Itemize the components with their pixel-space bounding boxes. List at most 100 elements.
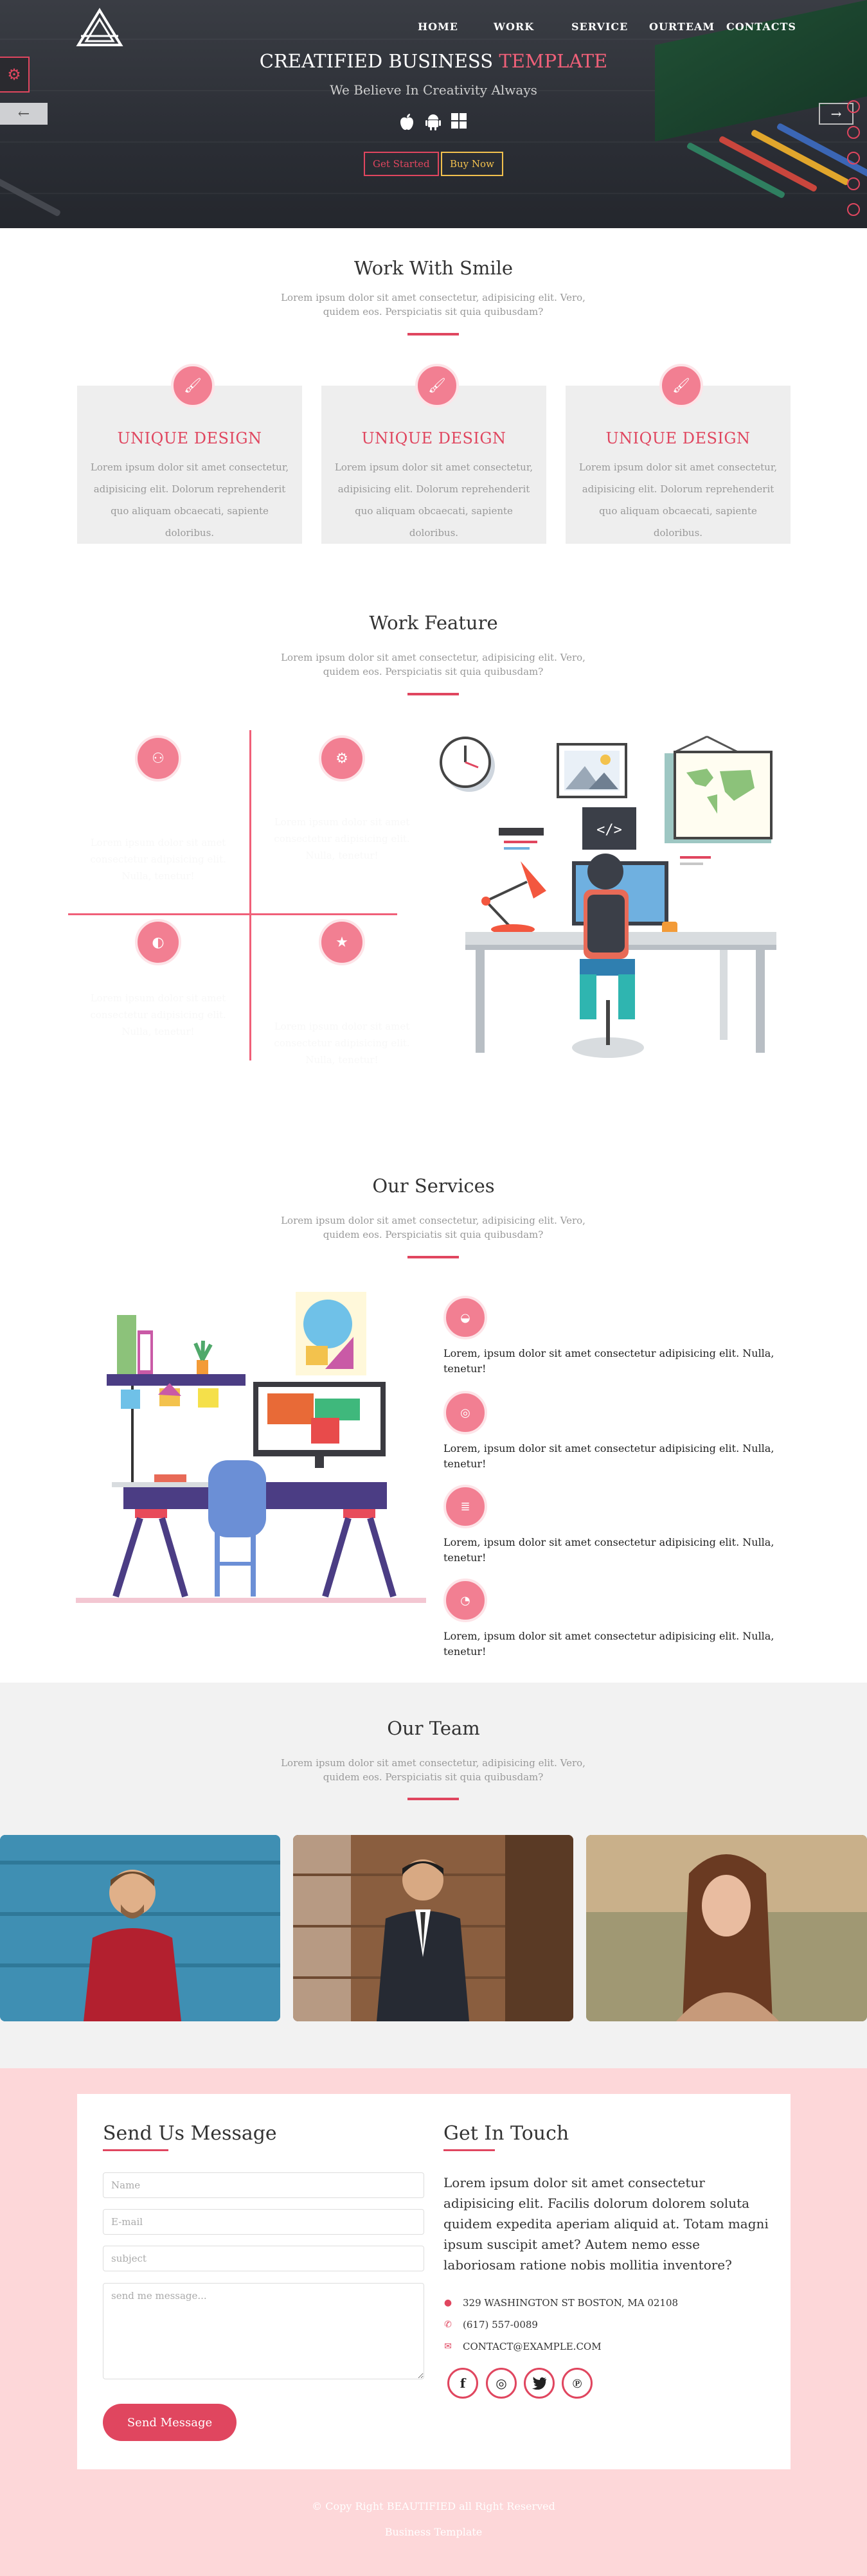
feature-card: UNIQUE DESIGN Lorem ipsum dolor sit amet… — [566, 386, 791, 544]
slider-dot[interactable] — [847, 100, 860, 113]
brush-icon: 🖌 — [171, 364, 215, 407]
team-photo[interactable] — [0, 1835, 280, 2021]
brand-logo[interactable] — [76, 8, 123, 48]
nav-ourteam[interactable]: OURTEAM — [649, 21, 715, 33]
svg-text:</>: </> — [596, 822, 622, 838]
nav-work[interactable]: WORK — [494, 21, 534, 33]
touch-text: Lorem ipsum dolor sit amet consectetur a… — [443, 2175, 769, 2273]
arrow-left-icon: ← — [17, 105, 30, 122]
platform-icons — [398, 113, 467, 131]
apple-icon — [400, 114, 413, 130]
twitter-bird-icon — [532, 2377, 546, 2390]
settings-tab[interactable]: ⚙ — [0, 57, 30, 93]
hero-title-main: CREATIFIED BUSINESS — [259, 50, 494, 72]
card-title: UNIQUE DESIGN — [117, 429, 262, 447]
feature-subtitle: Lorem ipsum dolor sit amet consectetur, … — [281, 652, 585, 677]
feature-text: Lorem ipsum dolor sit amet consectetur a… — [90, 837, 226, 882]
subject-field[interactable] — [103, 2246, 424, 2271]
hero-title-accent: TEMPLATE — [499, 50, 608, 72]
slider-dot[interactable] — [847, 126, 860, 139]
section-underline — [407, 1256, 459, 1258]
contrast-icon: ◐ — [135, 919, 181, 965]
feature-text: Lorem ipsum dolor sit amet consectetur a… — [274, 1021, 410, 1066]
contact-phone: ✆ (617) 557-0089 — [443, 2319, 538, 2330]
star-icon: ★ — [319, 919, 365, 965]
service-text: Lorem, ipsum dolor sit amet consectetur … — [443, 1442, 774, 1470]
feature-text: Lorem ipsum dolor sit amet consectetur a… — [274, 816, 410, 861]
pinterest-icon[interactable]: ℗ — [562, 2368, 593, 2399]
arrow-right-icon: → — [830, 106, 842, 121]
services-title: Our Services — [372, 1175, 495, 1197]
share-icon: ⚇ — [135, 735, 181, 782]
email-field[interactable] — [103, 2209, 424, 2235]
message-field[interactable] — [103, 2283, 424, 2379]
section-underline — [407, 693, 459, 695]
team-subtitle: Lorem ipsum dolor sit amet consectetur, … — [281, 1757, 585, 1783]
card-text: Lorem ipsum dolor sit amet consectetur, … — [334, 461, 533, 539]
section-underline — [407, 1798, 459, 1800]
feature-divider-vertical — [249, 730, 251, 1060]
team-photo[interactable] — [586, 1835, 867, 2021]
card-text: Lorem ipsum dolor sit amet consectetur, … — [90, 461, 289, 539]
smile-title: Work With Smile — [353, 257, 514, 279]
feature-text: Lorem ipsum dolor sit amet consectetur a… — [90, 992, 226, 1037]
form-title: Send Us Message — [103, 2122, 277, 2145]
get-started-button[interactable]: Get Started — [364, 152, 439, 176]
team-title: Our Team — [387, 1717, 480, 1739]
feature-card: UNIQUE DESIGN Lorem ipsum dolor sit amet… — [321, 386, 546, 544]
pie-chart-icon: ◔ — [443, 1579, 487, 1622]
service-text: Lorem, ipsum dolor sit amet consectetur … — [443, 1347, 774, 1375]
android-icon — [425, 114, 441, 130]
brush-icon: 🖌 — [415, 364, 459, 407]
slider-prev-button[interactable]: ← — [0, 103, 48, 125]
twitter-icon[interactable] — [524, 2368, 555, 2399]
hero-title: CREATIFIED BUSINESS TEMPLATE — [0, 50, 867, 72]
dashboard-icon: ◒ — [443, 1296, 487, 1339]
footer-tagline: Business Template — [384, 2526, 483, 2538]
brush-icon: 🖌 — [659, 364, 703, 407]
layers-icon: ≣ — [443, 1485, 487, 1528]
facebook-icon[interactable]: f — [447, 2368, 478, 2399]
instagram-icon[interactable]: ◎ — [486, 2368, 517, 2399]
map-marker-icon: ● — [443, 2298, 452, 2308]
compass-icon: ◎ — [443, 1391, 487, 1435]
feature-title: Work Feature — [369, 612, 498, 634]
title-underline — [103, 2149, 168, 2151]
smile-subtitle: Lorem ipsum dolor sit amet consectetur, … — [281, 292, 585, 318]
envelope-icon: ✉ — [444, 2341, 452, 2352]
developer-desk-illustration: </> — [440, 735, 776, 1058]
buy-now-button[interactable]: Buy Now — [441, 152, 503, 176]
name-field[interactable] — [103, 2172, 424, 2198]
service-text: Lorem, ipsum dolor sit amet consectetur … — [443, 1630, 774, 1658]
wood-texture — [0, 193, 867, 194]
touch-title: Get In Touch — [443, 2122, 569, 2145]
services-subtitle: Lorem ipsum dolor sit amet consectetur, … — [281, 1215, 585, 1240]
section-underline — [407, 333, 459, 335]
team-member-image — [0, 1835, 280, 2021]
send-message-button[interactable]: Send Message — [103, 2404, 237, 2441]
windows-icon — [451, 113, 467, 129]
slider-dot[interactable] — [847, 203, 860, 216]
slider-dot[interactable] — [847, 177, 860, 190]
feature-divider-horizontal — [68, 913, 397, 915]
team-member-image — [293, 1835, 573, 2021]
feature-card: UNIQUE DESIGN Lorem ipsum dolor sit amet… — [77, 386, 302, 544]
hero-subtitle: We Believe In Creativity Always — [330, 82, 537, 98]
slider-dot[interactable] — [847, 152, 860, 165]
slider-dots — [847, 100, 860, 216]
workspace-illustration — [76, 1292, 426, 1603]
team-member-image — [586, 1835, 867, 2021]
nav-contacts[interactable]: CONTACTS — [726, 21, 796, 33]
contact-address: ● 329 WASHINGTON ST BOSTON, MA 02108 — [443, 2297, 678, 2309]
clip-decoration — [0, 175, 62, 217]
nav-service[interactable]: SERVICE — [571, 21, 628, 33]
address-text: 329 WASHINGTON ST BOSTON, MA 02108 — [463, 2297, 679, 2309]
service-text: Lorem, ipsum dolor sit amet consectetur … — [443, 1536, 774, 1564]
card-title: UNIQUE DESIGN — [605, 429, 751, 447]
phone-text: (617) 557-0089 — [463, 2319, 538, 2330]
card-title: UNIQUE DESIGN — [361, 429, 506, 447]
nav-home[interactable]: HOME — [418, 21, 458, 33]
title-underline — [443, 2149, 495, 2151]
phone-icon: ✆ — [444, 2320, 452, 2330]
team-photo[interactable] — [293, 1835, 573, 2021]
